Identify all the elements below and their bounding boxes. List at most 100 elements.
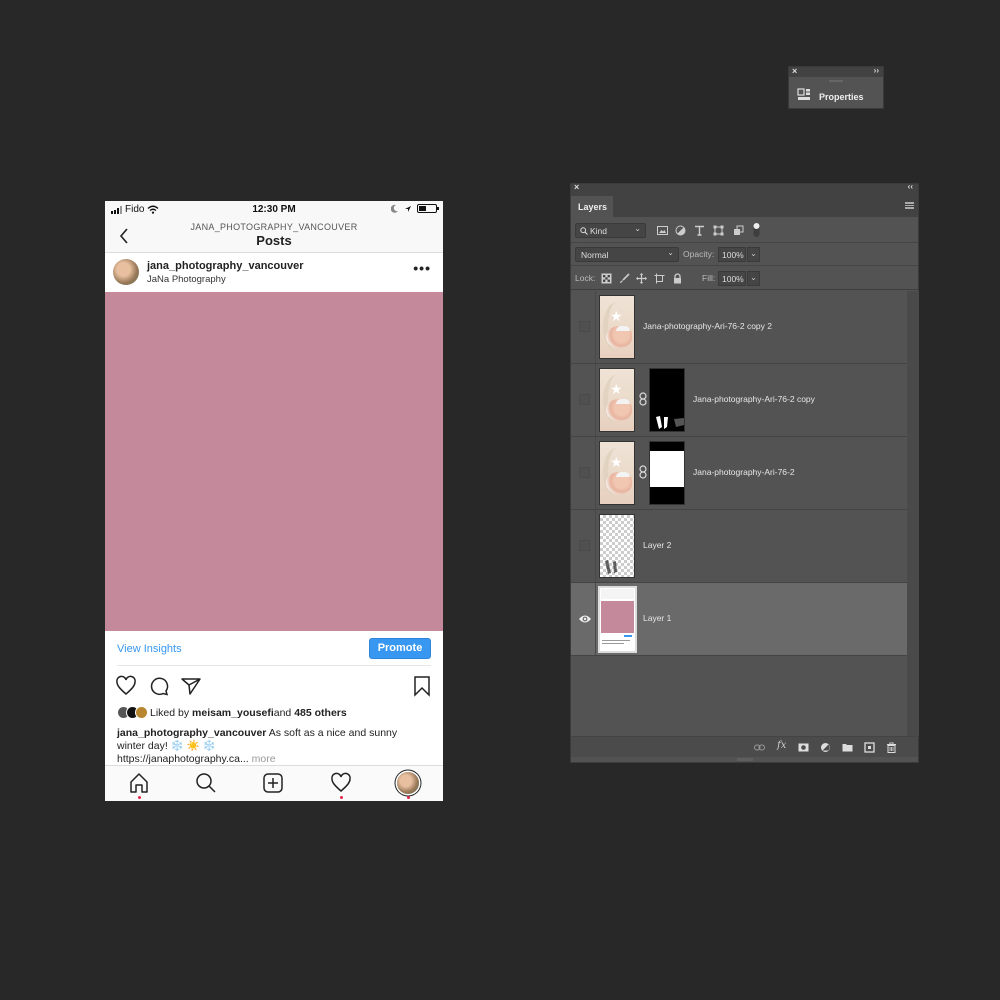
- layer-row[interactable]: ★ Jana-photography-Ari-76-2: [571, 437, 907, 510]
- more-options-icon[interactable]: •••: [413, 260, 431, 276]
- activity-icon[interactable]: [330, 772, 352, 794]
- layer-name[interactable]: Layer 2: [643, 540, 671, 550]
- notification-dot: [340, 796, 343, 799]
- layer-name[interactable]: Jana-photography-Ari-76-2 copy 2: [643, 321, 772, 331]
- layer-thumbnail: ★: [599, 368, 635, 432]
- caption-link[interactable]: https://janaphotography.ca...: [117, 753, 249, 765]
- opacity-input[interactable]: 100%: [718, 247, 746, 262]
- likes-count[interactable]: 485 others: [294, 707, 347, 719]
- mask-shape: [650, 451, 684, 487]
- caption-username[interactable]: jana_photography_vancouver: [117, 727, 266, 739]
- close-icon[interactable]: ×: [792, 66, 797, 76]
- layer-list: ★ Jana-photography-Ari-76-2 copy 2 ★ Jan…: [571, 291, 907, 736]
- chevron-down-icon: ⌄: [634, 224, 641, 233]
- panel-tabs: Layers: [571, 194, 918, 217]
- layer-mask-thumbnail[interactable]: [649, 368, 685, 432]
- panel-menu-icon[interactable]: [905, 202, 914, 209]
- type-filter-icon[interactable]: [694, 225, 705, 236]
- layer-row[interactable]: Layer 1: [571, 583, 907, 656]
- trash-icon[interactable]: [886, 742, 897, 753]
- share-icon[interactable]: [180, 675, 202, 697]
- link-icon[interactable]: [639, 392, 647, 406]
- do-not-disturb-icon: [391, 204, 398, 213]
- layer-thumbnail: ★: [599, 441, 635, 505]
- pixel-filter-icon[interactable]: [657, 225, 668, 236]
- post-image[interactable]: [105, 292, 443, 631]
- blend-mode-select[interactable]: Normal ⌄: [575, 247, 679, 262]
- liker-username[interactable]: meisam_yousefi: [192, 707, 274, 719]
- panel-title-bar[interactable]: [789, 67, 883, 77]
- search-icon[interactable]: [195, 772, 217, 794]
- heart-icon[interactable]: [115, 675, 137, 697]
- home-icon[interactable]: [128, 772, 150, 794]
- panel-title-bar[interactable]: [571, 184, 918, 194]
- thumb-button: [624, 635, 632, 637]
- smart-object-filter-icon[interactable]: [733, 225, 744, 236]
- adjustment-layer-icon[interactable]: [820, 742, 831, 753]
- status-bar: Fido 12:30 PM: [105, 201, 443, 219]
- likes-middle: and: [273, 706, 292, 719]
- lock-transparent-icon[interactable]: [601, 273, 612, 284]
- post-username[interactable]: jana_photography_vancouver: [147, 260, 304, 272]
- new-post-icon[interactable]: [262, 772, 284, 794]
- layer-mask-thumbnail[interactable]: [649, 441, 685, 505]
- post-header: jana_photography_vancouver JaNa Photogra…: [105, 254, 443, 292]
- add-mask-icon[interactable]: [798, 742, 809, 753]
- visibility-toggle[interactable]: [579, 540, 590, 551]
- link-icon[interactable]: [639, 465, 647, 479]
- view-insights-link[interactable]: View Insights: [117, 643, 182, 655]
- location-icon: [405, 205, 411, 212]
- eye-icon[interactable]: [578, 613, 592, 625]
- lock-label: Lock:: [575, 273, 596, 283]
- drag-handle[interactable]: [829, 80, 843, 82]
- comment-icon[interactable]: [148, 675, 170, 697]
- caption-more[interactable]: more: [249, 753, 276, 765]
- visibility-toggle[interactable]: [579, 321, 590, 332]
- filter-kind-select[interactable]: Kind ⌄: [575, 223, 646, 238]
- collapse-icon[interactable]: ‹‹: [908, 182, 913, 191]
- layer-row[interactable]: ★ Jana-photography-Ari-76-2 copy 2: [571, 291, 907, 364]
- layer-name[interactable]: Jana-photography-Ari-76-2 copy: [693, 394, 815, 404]
- fill-input[interactable]: 100%: [718, 271, 746, 286]
- battery-icon: [417, 204, 439, 213]
- close-icon[interactable]: ×: [574, 182, 579, 192]
- fill-dropdown[interactable]: ⌄: [747, 271, 760, 286]
- promote-button[interactable]: Promote: [369, 638, 431, 659]
- layer-name[interactable]: Layer 1: [643, 613, 671, 623]
- layer-row[interactable]: Layer 2: [571, 510, 907, 583]
- lock-pixels-icon[interactable]: [619, 273, 630, 284]
- properties-label[interactable]: Properties: [819, 92, 864, 102]
- shape-filter-icon[interactable]: [713, 225, 724, 236]
- resize-handle[interactable]: [737, 758, 753, 761]
- layer-content: [605, 560, 617, 574]
- scrollbar[interactable]: [907, 291, 919, 736]
- visibility-toggle[interactable]: [579, 467, 590, 478]
- notification-dot: [407, 796, 410, 799]
- divider: [595, 291, 596, 363]
- bookmark-icon[interactable]: [411, 675, 433, 697]
- fx-icon[interactable]: fx: [777, 740, 786, 751]
- new-layer-icon[interactable]: [864, 742, 875, 753]
- link-layers-icon[interactable]: [754, 742, 765, 753]
- lock-row: Lock: Fill: 100% ⌄: [571, 267, 918, 290]
- lock-position-icon[interactable]: [636, 273, 647, 284]
- layer-row[interactable]: ★ Jana-photography-Ari-76-2 copy: [571, 364, 907, 437]
- layer-thumbnail: [599, 514, 635, 578]
- lock-all-icon[interactable]: [672, 273, 683, 284]
- tab-layers[interactable]: Layers: [571, 196, 613, 217]
- layer-name[interactable]: Jana-photography-Ari-76-2: [693, 467, 795, 477]
- opacity-dropdown[interactable]: ⌄: [747, 247, 760, 262]
- profile-tab[interactable]: [397, 772, 419, 794]
- filter-toggle[interactable]: [751, 222, 762, 238]
- profile-avatar[interactable]: [397, 772, 419, 794]
- visibility-toggle[interactable]: [579, 394, 590, 405]
- avatar[interactable]: [113, 259, 139, 285]
- adjustment-filter-icon[interactable]: [675, 225, 686, 236]
- new-group-icon[interactable]: [842, 742, 853, 753]
- divider: [595, 437, 596, 509]
- expand-icon[interactable]: ››: [874, 66, 879, 75]
- account-name: JANA_PHOTOGRAPHY_VANCOUVER: [190, 222, 358, 232]
- blend-row: Normal ⌄ Opacity: 100% ⌄: [571, 244, 918, 266]
- divider: [117, 665, 431, 666]
- lock-artboard-icon[interactable]: [654, 273, 665, 284]
